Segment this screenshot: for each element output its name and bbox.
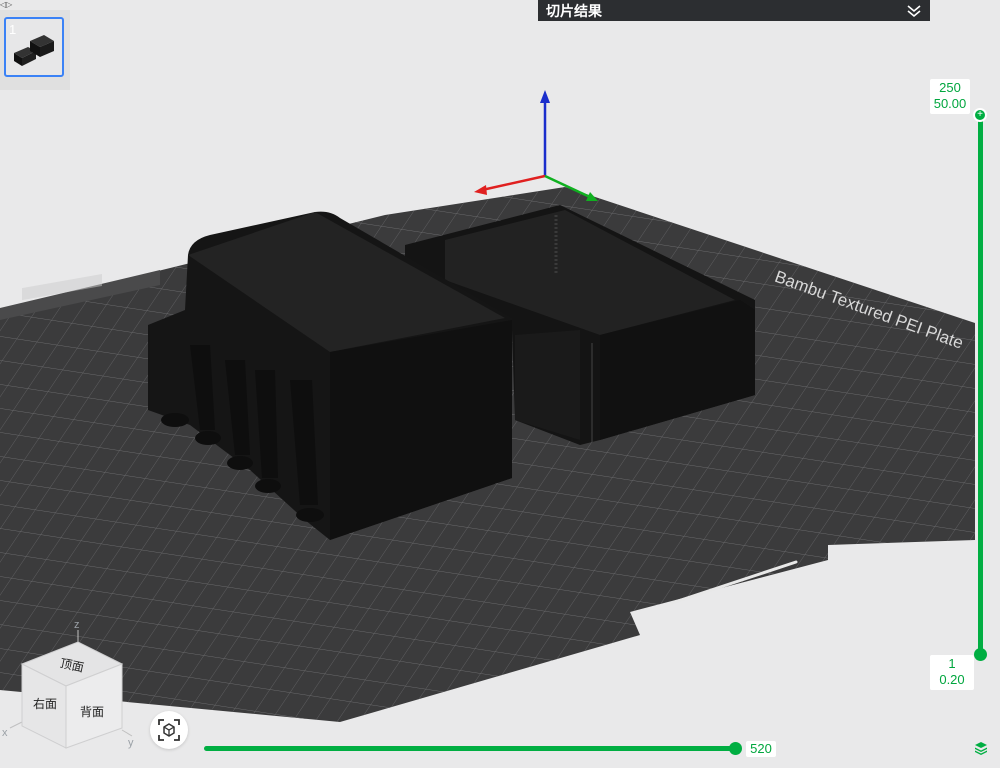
axis-y-label: y [128, 737, 134, 749]
plate-list: 1 [0, 10, 70, 90]
viewport-3d[interactable]: Bambu Textured PEI Plate 顶面 右面 背面 z x y [0, 0, 1000, 768]
axis-x-label: x [2, 727, 8, 739]
bottom-layer-number: 1 [948, 656, 956, 671]
slice-result-panel[interactable]: 切片结果 [538, 0, 930, 21]
fit-view-icon [158, 719, 180, 741]
layers-icon[interactable] [974, 741, 988, 755]
bottom-layer-height: 0.20 [939, 672, 965, 687]
top-layer-height: 50.00 [933, 96, 967, 111]
layer-slider-top-label: 250 50.00 [930, 79, 970, 114]
view-cube-right-face[interactable]: 右面 [33, 696, 57, 711]
double-chevron-down-icon[interactable] [906, 3, 922, 19]
view-cube-back-face[interactable]: 背面 [80, 705, 104, 719]
layer-slider-top-handle[interactable]: + [973, 108, 987, 122]
plate-number: 1 [9, 22, 17, 37]
axis-z-label: z [74, 619, 80, 631]
plate-thumbnail-1[interactable]: 1 [4, 17, 64, 77]
plus-icon: + [977, 109, 983, 120]
layer-slider-track[interactable] [978, 114, 983, 656]
slice-result-title: 切片结果 [546, 2, 602, 19]
layer-slider-bottom-handle[interactable] [974, 648, 987, 661]
layer-slider-bottom-label: 1 0.20 [930, 655, 974, 690]
move-slider-handle[interactable] [729, 742, 742, 755]
move-slider-track[interactable] [204, 746, 737, 751]
fit-view-button[interactable] [150, 711, 188, 749]
move-slider-value: 520 [746, 741, 776, 757]
top-layer-number: 250 [939, 80, 961, 95]
axis-gizmo [474, 90, 598, 201]
window-corner-mark: ◁▷ [0, 0, 13, 9]
